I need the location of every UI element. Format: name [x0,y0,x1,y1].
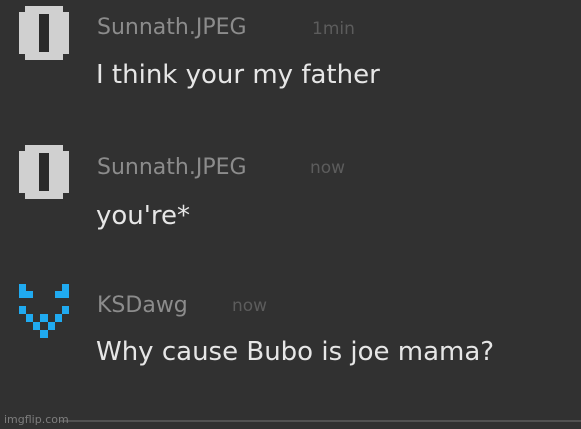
username[interactable]: KSDawg [97,295,188,317]
username[interactable]: Sunnath.JPEG [97,17,247,39]
timestamp: now [310,158,346,178]
chat-window: Sunnath.JPEG 1min I think your my father… [0,0,581,429]
message-text: Why cause Bubo is joe mama? [96,337,495,367]
watermark: imgflip.com [4,413,69,426]
timestamp: now [232,296,268,316]
message-text: you're* [96,201,191,231]
message-text: I think your my father [96,60,380,90]
gray-pixel-ghost-icon[interactable] [17,145,71,199]
divider-line [60,420,581,422]
timestamp: 1min [312,19,355,39]
cyan-pixel-face-icon[interactable] [17,284,71,338]
gray-pixel-ghost-icon[interactable] [17,6,71,60]
username[interactable]: Sunnath.JPEG [97,157,247,179]
